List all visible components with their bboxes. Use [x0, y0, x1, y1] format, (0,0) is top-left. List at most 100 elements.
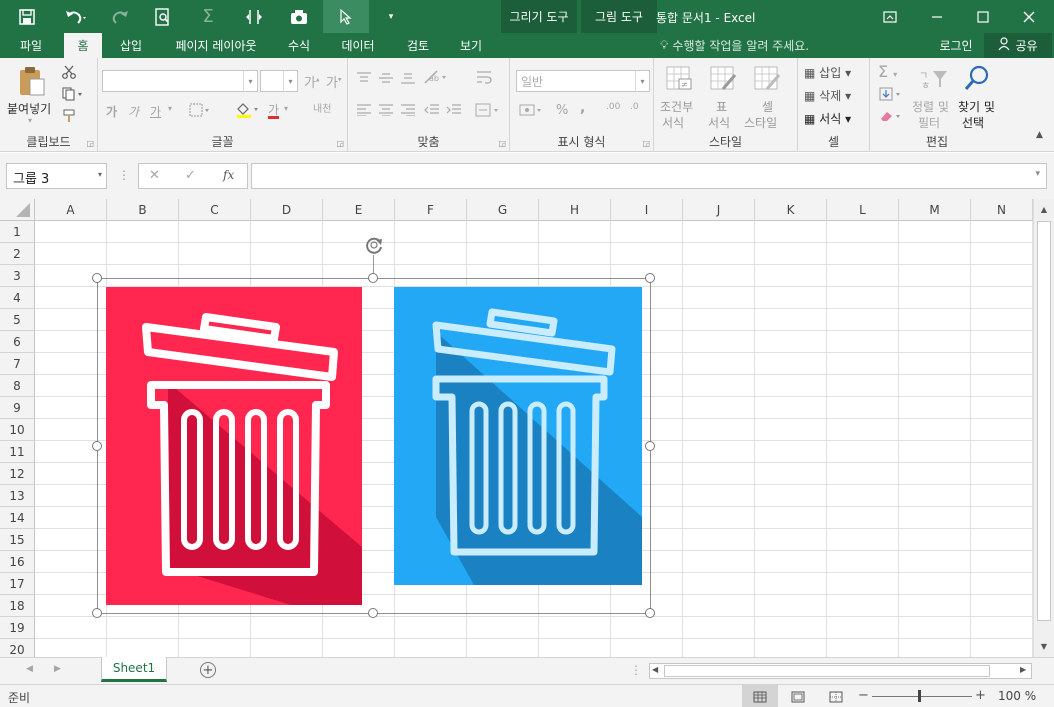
- orientation-icon[interactable]: ab: [422, 68, 450, 86]
- row-header-4[interactable]: 4: [0, 287, 35, 309]
- tab-formulas[interactable]: 수식: [278, 33, 320, 58]
- conditional-format-label-1[interactable]: 조건부: [660, 98, 693, 115]
- resize-handle-top-left[interactable]: [92, 273, 102, 283]
- row-header-11[interactable]: 11: [0, 441, 35, 463]
- increase-decimal-button[interactable]: .00: [606, 102, 620, 112]
- resize-handle-left[interactable]: [92, 441, 102, 451]
- column-header-f[interactable]: F: [395, 199, 467, 221]
- column-header-c[interactable]: C: [179, 199, 251, 221]
- rotate-handle-icon[interactable]: [363, 234, 385, 256]
- decrease-font-icon[interactable]: 가▾: [326, 72, 341, 91]
- align-middle-icon[interactable]: [376, 70, 396, 86]
- group-selection-box[interactable]: [97, 278, 651, 614]
- scroll-right-icon[interactable]: ▶: [1020, 665, 1026, 674]
- zoom-in-icon[interactable]: +: [975, 688, 986, 703]
- resize-handle-bottom-right[interactable]: [645, 608, 655, 618]
- format-as-table-label-2[interactable]: 서식: [708, 114, 730, 131]
- row-header-10[interactable]: 10: [0, 419, 35, 441]
- resize-handle-bottom-left[interactable]: [92, 608, 102, 618]
- column-header-a[interactable]: A: [35, 199, 107, 221]
- camera-icon[interactable]: [284, 0, 314, 33]
- row-header-3[interactable]: 3: [0, 265, 35, 287]
- row-header-8[interactable]: 8: [0, 375, 35, 397]
- scroll-down-icon[interactable]: ▼: [1037, 639, 1051, 653]
- share-button[interactable]: 공유: [984, 33, 1052, 58]
- normal-view-icon[interactable]: [742, 685, 778, 707]
- cell-styles-label-1[interactable]: 셀: [762, 98, 773, 115]
- column-header-h[interactable]: H: [539, 199, 611, 221]
- insert-cells-button[interactable]: ▦ 삽입 ▾: [804, 64, 851, 81]
- number-format-combo[interactable]: 일반 ▾: [516, 70, 650, 92]
- row-header-19[interactable]: 19: [0, 617, 35, 639]
- add-sheet-icon[interactable]: +: [200, 662, 216, 678]
- row-header-18[interactable]: 18: [0, 595, 35, 617]
- select-all-corner[interactable]: [0, 199, 35, 221]
- resize-handle-bottom[interactable]: [368, 608, 378, 618]
- select-pointer-icon[interactable]: [323, 0, 369, 33]
- confirm-entry-icon[interactable]: ✓: [185, 168, 196, 183]
- tab-file[interactable]: 파일: [8, 33, 54, 58]
- row-header-15[interactable]: 15: [0, 529, 35, 551]
- align-center-icon[interactable]: [376, 102, 396, 118]
- horizontal-scrollbar[interactable]: ◀ ▶: [649, 663, 1032, 679]
- print-preview-icon[interactable]: [150, 0, 176, 33]
- column-header-j[interactable]: J: [683, 199, 755, 221]
- format-as-table-icon[interactable]: [708, 64, 738, 92]
- sort-filter-label-2[interactable]: 필터: [918, 114, 940, 131]
- decrease-decimal-button[interactable]: .0: [630, 102, 639, 112]
- name-box-dropdown-icon[interactable]: ▾: [98, 170, 102, 179]
- page-layout-view-icon[interactable]: [782, 685, 814, 707]
- font-color-button[interactable]: 가: [268, 101, 279, 118]
- formula-input[interactable]: ▾: [251, 163, 1047, 189]
- column-header-i[interactable]: I: [611, 199, 683, 221]
- horizontal-scroll-thumb[interactable]: [664, 665, 990, 677]
- column-header-d[interactable]: D: [251, 199, 323, 221]
- merge-center-icon[interactable]: [474, 102, 502, 118]
- zoom-slider[interactable]: [872, 696, 972, 697]
- row-header-12[interactable]: 12: [0, 463, 35, 485]
- bold-button[interactable]: 가: [106, 103, 117, 120]
- font-color-dropdown-icon[interactable]: ▾: [284, 104, 288, 113]
- column-header-k[interactable]: K: [755, 199, 827, 221]
- underline-dropdown-icon[interactable]: ▾: [168, 104, 172, 113]
- autosum-icon[interactable]: Σ ▾: [878, 62, 897, 81]
- zoom-out-icon[interactable]: −: [858, 688, 869, 703]
- maximize-icon[interactable]: [960, 0, 1006, 33]
- sheet-prev-icon[interactable]: ◀: [26, 664, 33, 674]
- row-header-7[interactable]: 7: [0, 353, 35, 375]
- increase-indent-icon[interactable]: [444, 102, 464, 118]
- worksheet-grid[interactable]: ABCDEFGHIJKLMN 1 2 3 4 5 6 7 8 9 10 11 12 13 14 15 16 17…: [0, 199, 1054, 661]
- row-header-1[interactable]: 1: [0, 221, 35, 243]
- column-header-g[interactable]: G: [467, 199, 539, 221]
- conditional-format-icon[interactable]: ≠: [664, 64, 694, 92]
- tab-home[interactable]: 홈: [64, 33, 102, 58]
- underline-button[interactable]: 가: [150, 103, 161, 120]
- row-header-13[interactable]: 13: [0, 485, 35, 507]
- column-header-m[interactable]: M: [899, 199, 971, 221]
- signin-link[interactable]: 로그인: [930, 33, 982, 58]
- italic-button[interactable]: 가: [128, 103, 139, 120]
- align-bottom-icon[interactable]: [398, 70, 418, 86]
- sum-icon[interactable]: Σ: [196, 0, 220, 33]
- percent-style-button[interactable]: %: [556, 103, 568, 118]
- clipboard-launcher-icon[interactable]: ◲: [86, 139, 94, 148]
- minimize-icon[interactable]: [914, 0, 960, 33]
- zoom-level[interactable]: 100 %: [998, 689, 1036, 703]
- copy-icon[interactable]: [60, 86, 86, 102]
- row-header-9[interactable]: 9: [0, 397, 35, 419]
- expand-formula-icon[interactable]: ▾: [1035, 169, 1040, 179]
- row-header-2[interactable]: 2: [0, 243, 35, 265]
- row-header-6[interactable]: 6: [0, 331, 35, 353]
- font-launcher-icon[interactable]: ◲: [336, 139, 344, 148]
- close-icon[interactable]: [1006, 0, 1052, 33]
- cancel-entry-icon[interactable]: ✕: [149, 168, 160, 183]
- find-select-label-2[interactable]: 선택: [962, 114, 984, 131]
- insert-function-icon[interactable]: fx: [223, 168, 234, 182]
- paste-icon[interactable]: [16, 64, 48, 98]
- scroll-left-icon[interactable]: ◀: [652, 665, 658, 674]
- row-header-16[interactable]: 16: [0, 551, 35, 573]
- font-size-combo[interactable]: ▾: [260, 70, 298, 92]
- paste-dropdown-icon[interactable]: ▾: [28, 116, 32, 125]
- sheet-tab-sheet1[interactable]: Sheet1: [101, 657, 167, 682]
- undo-icon[interactable]: [56, 0, 96, 33]
